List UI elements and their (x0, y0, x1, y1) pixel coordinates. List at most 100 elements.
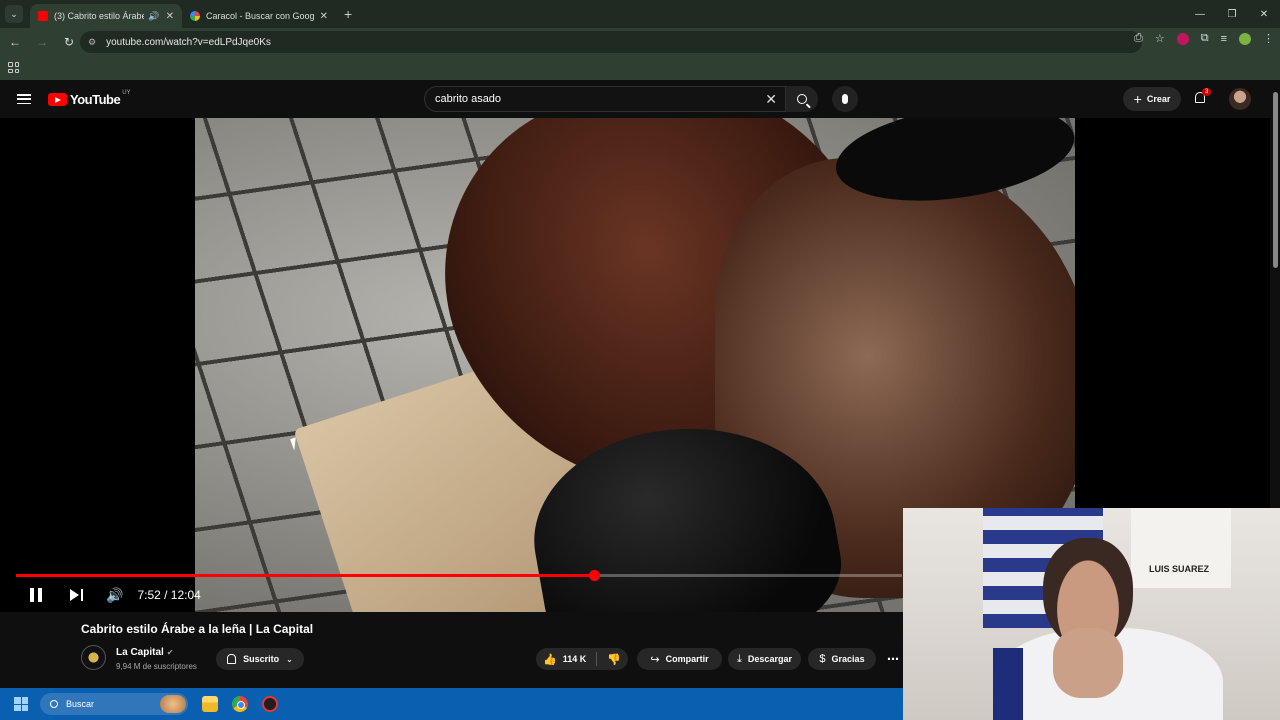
install-app-icon[interactable]: ⎙ (1134, 32, 1143, 45)
download-button[interactable]: ⤓ Descargar (728, 648, 801, 670)
microphone-icon (842, 94, 848, 104)
youtube-favicon-icon (38, 11, 48, 21)
windows-taskbar: Buscar (0, 688, 903, 720)
volume-icon[interactable]: 🔊 (106, 587, 123, 604)
download-label: Descargar (747, 654, 792, 664)
time-display: 7:52 / 12:04 (137, 588, 201, 602)
chevron-down-icon: ⌄ (286, 654, 293, 664)
country-code: UY (122, 89, 131, 96)
youtube-header: YouTube UY cabrito asado ✕ + Crear 3 (0, 80, 1280, 118)
app-icon[interactable] (262, 696, 278, 712)
tab-title: (3) Cabrito estilo Árabe a la l (54, 11, 145, 21)
video-title: Cabrito estilo Árabe a la leña | La Capi… (81, 622, 314, 636)
account-avatar[interactable] (1229, 88, 1251, 110)
channel-avatar[interactable] (81, 645, 106, 670)
divider (596, 652, 598, 666)
profile-icon[interactable] (1239, 32, 1251, 45)
thanks-button[interactable]: $ Gracias (808, 648, 876, 670)
url-text: youtube.com/watch?v=edLPdJqe0Ks (106, 36, 271, 48)
create-button[interactable]: + Crear (1123, 87, 1181, 111)
subscribed-button[interactable]: Suscrito ⌄ (216, 648, 304, 670)
browser-tab-bar: ⌄ (3) Cabrito estilo Árabe a la l 🔊 ✕ Ca… (0, 0, 1280, 28)
thumbs-down-icon[interactable]: 👎 (607, 653, 621, 666)
share-label: Compartir (665, 654, 709, 664)
restore-icon[interactable]: ❐ (1216, 9, 1248, 20)
close-window-icon[interactable]: ✕ (1248, 9, 1280, 20)
search-highlight-icon (160, 695, 186, 713)
page-scrollbar[interactable] (1270, 80, 1280, 508)
scrollbar-thumb[interactable] (1273, 92, 1278, 268)
thanks-label: Gracias (831, 654, 865, 664)
notification-badge: 3 (1202, 88, 1212, 96)
download-icon: ⤓ (737, 652, 742, 665)
bookmarks-bar (0, 56, 1280, 80)
extension-icon[interactable] (1176, 32, 1189, 45)
dollar-icon: $ (819, 653, 826, 665)
taskbar-search-label: Buscar (66, 699, 95, 709)
verified-icon: ✔ (166, 648, 174, 657)
search-input[interactable]: cabrito asado ✕ (424, 86, 786, 112)
search-icon (797, 94, 807, 104)
subscribe-label: Suscrito (243, 654, 280, 664)
thumbs-up-icon[interactable]: 👍 (543, 653, 557, 666)
share-icon: ↪ (650, 653, 660, 666)
video-info: Cabrito estilo Árabe a la leña | La Capi… (0, 612, 903, 688)
webcam-poster: LUIS SUAREZ (1131, 508, 1231, 588)
bell-icon (227, 654, 237, 664)
search-query: cabrito asado (435, 93, 502, 105)
media-control-icon[interactable]: ≡ (1221, 33, 1227, 45)
bookmark-star-icon[interactable]: ☆ (1155, 32, 1165, 45)
site-info-icon[interactable]: ⚙ (88, 37, 96, 48)
create-label: Crear (1146, 94, 1171, 104)
tab-title: Caracol - Buscar con Google (206, 11, 314, 21)
scrubber-handle[interactable] (588, 570, 600, 581)
like-count[interactable]: 114 K (563, 654, 587, 664)
new-tab-icon[interactable]: + (344, 6, 352, 22)
player-controls: 🔊 7:52 / 12:04 (30, 586, 201, 604)
plus-icon: + (1133, 91, 1142, 107)
toolbar-icons: ⎙ ☆ ⧉ ≡ ⋮ (1134, 32, 1274, 45)
minimize-icon[interactable]: — (1184, 9, 1216, 20)
forward-icon[interactable]: → (30, 35, 54, 49)
share-button[interactable]: ↪ Compartir (637, 648, 722, 670)
chrome-icon[interactable] (232, 696, 248, 712)
next-video-icon[interactable] (70, 589, 84, 601)
search-button[interactable] (786, 86, 818, 112)
pause-icon[interactable] (30, 588, 42, 602)
file-explorer-icon[interactable] (202, 696, 218, 712)
clear-search-icon[interactable]: ✕ (765, 91, 777, 108)
back-icon[interactable]: ← (3, 35, 27, 49)
speaker-icon[interactable]: 🔊 (148, 11, 159, 22)
address-bar-row: ← → ↻ ⚙ youtube.com/watch?v=edLPdJqe0Ks … (0, 28, 1280, 56)
poster-text: LUIS SUAREZ (1149, 564, 1210, 574)
notifications-button[interactable]: 3 (1193, 88, 1212, 106)
window-controls: — ❐ ✕ (1184, 0, 1280, 28)
tab-youtube[interactable]: (3) Cabrito estilo Árabe a la l 🔊 ✕ (30, 4, 182, 28)
subscriber-count: 9,94 M de suscriptores (116, 662, 197, 671)
channel-name[interactable]: La Capital ✔ (116, 647, 174, 658)
windows-start-icon[interactable] (14, 697, 28, 711)
google-favicon-icon (190, 11, 200, 21)
webcam-hand (1053, 628, 1123, 698)
webcam-overlay: LUIS SUAREZ (903, 508, 1280, 720)
progress-fill (16, 574, 594, 577)
more-actions-icon[interactable]: ⋯ (882, 648, 904, 670)
apps-grid-icon[interactable] (8, 62, 19, 73)
url-input[interactable]: ⚙ youtube.com/watch?v=edLPdJqe0Ks (80, 31, 1142, 53)
close-tab-icon[interactable]: ✕ (166, 11, 174, 22)
tab-google[interactable]: Caracol - Buscar con Google ✕ (182, 4, 336, 28)
youtube-logo[interactable]: YouTube UY (48, 89, 131, 107)
close-tab-icon[interactable]: ✕ (320, 11, 328, 22)
logo-text: YouTube (70, 92, 121, 107)
reload-icon[interactable]: ↻ (57, 35, 81, 49)
chrome-menu-icon[interactable]: ⋮ (1263, 32, 1274, 45)
extensions-puzzle-icon[interactable]: ⧉ (1201, 32, 1209, 45)
tab-search-button[interactable]: ⌄ (5, 5, 23, 23)
youtube-play-icon (48, 93, 67, 106)
voice-search-button[interactable] (832, 86, 858, 112)
like-dislike-group: 👍 114 K 👎 (536, 648, 628, 670)
channel-name-text: La Capital (116, 647, 164, 658)
video-progress-bar[interactable] (16, 570, 902, 581)
taskbar-search[interactable]: Buscar (40, 693, 188, 715)
menu-icon[interactable] (17, 94, 31, 104)
